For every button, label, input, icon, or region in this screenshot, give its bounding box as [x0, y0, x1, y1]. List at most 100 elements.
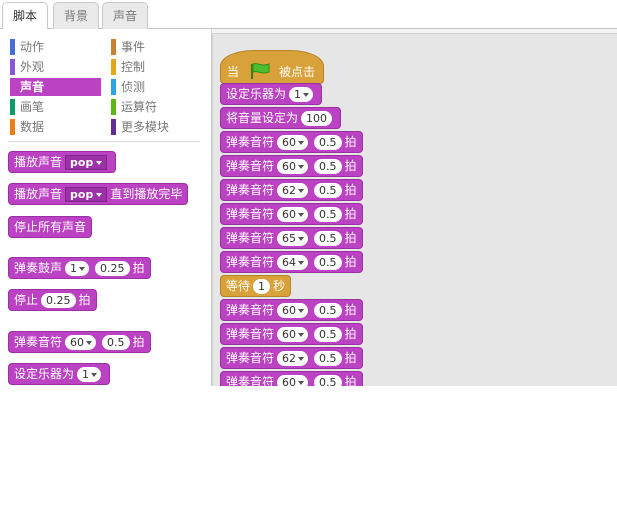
wait-block[interactable]: 等待 1 秒: [220, 275, 292, 297]
block-label: 弹奏音符: [226, 183, 275, 197]
play-sound-block[interactable]: 播放声音 pop: [8, 151, 117, 173]
play-note-block[interactable]: 弹奏音符 60 0.5 拍: [220, 131, 363, 153]
category-operators[interactable]: 运算符: [111, 98, 201, 116]
tab-scripts[interactable]: 脚本: [2, 2, 49, 30]
category-data[interactable]: 数据: [10, 118, 100, 136]
sound-dropdown[interactable]: pop: [65, 186, 108, 202]
category-control[interactable]: 控制: [111, 58, 201, 76]
block-label: 弹奏音符: [226, 207, 275, 221]
play-note-block[interactable]: 弹奏音符 62 0.5 拍: [220, 179, 363, 201]
category-label: 动作: [20, 40, 45, 54]
beats-input[interactable]: 0.5: [314, 158, 342, 174]
empty-area: [0, 386, 617, 508]
beats-input[interactable]: 0.5: [314, 302, 342, 318]
block-label: 弹奏音符: [226, 135, 275, 149]
block-label: 停止所有声音: [14, 220, 87, 234]
note-dropdown[interactable]: 60: [277, 134, 309, 150]
note-dropdown[interactable]: 60: [277, 374, 309, 386]
beats-input[interactable]: 0.5: [314, 230, 342, 246]
set-instrument-block[interactable]: 设定乐器为 1: [220, 83, 323, 105]
beats-input[interactable]: 0.25: [41, 292, 76, 308]
category-motion[interactable]: 动作: [10, 38, 100, 56]
instrument-dropdown[interactable]: 1: [289, 86, 314, 102]
wait-seconds-input[interactable]: 1: [253, 278, 271, 294]
play-note-block[interactable]: 弹奏音符 60 0.5 拍: [220, 323, 363, 345]
beats-input[interactable]: 0.5: [314, 206, 342, 222]
note-dropdown[interactable]: 64: [277, 254, 309, 270]
beats-input[interactable]: 0.5: [314, 374, 342, 386]
category-swatch: [10, 59, 15, 75]
block-suffix: 直到播放完毕: [110, 187, 183, 201]
block-label: 弹奏音符: [226, 327, 275, 341]
dropdown-value: 60: [282, 135, 297, 149]
block-label: 等待: [226, 279, 251, 293]
rest-block[interactable]: 停止 0.25 拍: [8, 289, 97, 311]
dropdown-arrow-icon: [91, 372, 98, 377]
play-note-block[interactable]: 弹奏音符 60 0.5 拍: [220, 371, 363, 386]
palette-divider: [8, 141, 200, 142]
category-swatch: [111, 119, 116, 135]
note-dropdown[interactable]: 62: [277, 350, 309, 366]
category-looks[interactable]: 外观: [10, 58, 100, 76]
tab-backdrops[interactable]: 背景: [53, 2, 100, 29]
note-dropdown[interactable]: 60: [65, 334, 97, 350]
beats-input[interactable]: 0.5: [314, 182, 342, 198]
block-suffix: 拍: [344, 375, 357, 386]
dropdown-arrow-icon: [86, 340, 93, 345]
beats-input[interactable]: 0.5: [102, 334, 130, 350]
play-note-block[interactable]: 弹奏音符 60 0.5 拍: [220, 299, 363, 321]
category-events[interactable]: 事件: [111, 38, 201, 56]
tab-sounds[interactable]: 声音: [102, 2, 149, 29]
beats-input[interactable]: 0.5: [314, 350, 342, 366]
category-swatch: [10, 119, 15, 135]
block-label: 设定乐器为: [226, 87, 287, 101]
category-swatch: [111, 59, 116, 75]
block-label: 将音量设定为: [226, 111, 299, 125]
play-note-block[interactable]: 弹奏音符 60 0.5 拍: [220, 203, 363, 225]
set-instrument-block[interactable]: 设定乐器为 1: [8, 363, 111, 385]
play-note-block[interactable]: 弹奏音符 60 0.5 拍: [8, 331, 151, 353]
category-sound[interactable]: 声音: [10, 78, 101, 96]
dropdown-arrow-icon: [298, 188, 305, 193]
script-area[interactable]: 当 被点击 设定乐器为 1 将音量设定为 100 弹奏音符 60 0.5 拍弹奏音符 6…: [211, 29, 617, 386]
beats-input[interactable]: 0.5: [314, 134, 342, 150]
block-label: 播放声音: [14, 187, 63, 201]
volume-input[interactable]: 100: [301, 110, 333, 126]
category-label: 控制: [121, 60, 146, 74]
block-suffix: 拍: [344, 183, 357, 197]
block-label: 设定乐器为: [14, 367, 75, 381]
note-dropdown[interactable]: 60: [277, 206, 309, 222]
beats-input[interactable]: 0.25: [95, 260, 130, 276]
note-dropdown[interactable]: 65: [277, 230, 309, 246]
beats-input[interactable]: 0.5: [314, 326, 342, 342]
instrument-dropdown[interactable]: 1: [77, 366, 102, 382]
play-note-block[interactable]: 弹奏音符 64 0.5 拍: [220, 251, 363, 273]
category-more-blocks[interactable]: 更多模块: [111, 118, 201, 136]
category-swatch: [10, 39, 15, 55]
block-suffix: 拍: [344, 351, 357, 365]
drum-dropdown[interactable]: 1: [65, 260, 90, 276]
category-pen[interactable]: 画笔: [10, 98, 100, 116]
play-note-block[interactable]: 弹奏音符 60 0.5 拍: [220, 155, 363, 177]
play-note-block[interactable]: 弹奏音符 62 0.5 拍: [220, 347, 363, 369]
stop-all-sounds-block[interactable]: 停止所有声音: [8, 216, 93, 238]
dropdown-arrow-icon: [79, 266, 86, 271]
play-drum-block[interactable]: 弹奏鼓声 1 0.25 拍: [8, 257, 151, 279]
category-label: 运算符: [121, 100, 158, 114]
sound-dropdown[interactable]: pop: [65, 154, 108, 170]
dropdown-value: 62: [282, 183, 297, 197]
category-label: 画笔: [20, 100, 45, 114]
set-volume-block[interactable]: 将音量设定为 100: [220, 107, 342, 129]
note-dropdown[interactable]: 60: [277, 158, 309, 174]
note-dropdown[interactable]: 62: [277, 182, 309, 198]
beats-input[interactable]: 0.5: [314, 254, 342, 270]
category-sensing[interactable]: 侦测: [111, 78, 201, 96]
block-suffix: 拍: [344, 303, 357, 317]
note-dropdown[interactable]: 60: [277, 326, 309, 342]
dropdown-arrow-icon: [298, 164, 305, 169]
when-flag-clicked-block[interactable]: 当 被点击: [220, 50, 324, 84]
note-dropdown[interactable]: 60: [277, 302, 309, 318]
block-suffix: 拍: [132, 335, 145, 349]
play-sound-until-done-block[interactable]: 播放声音 pop 直到播放完毕: [8, 183, 189, 205]
play-note-block[interactable]: 弹奏音符 65 0.5 拍: [220, 227, 363, 249]
